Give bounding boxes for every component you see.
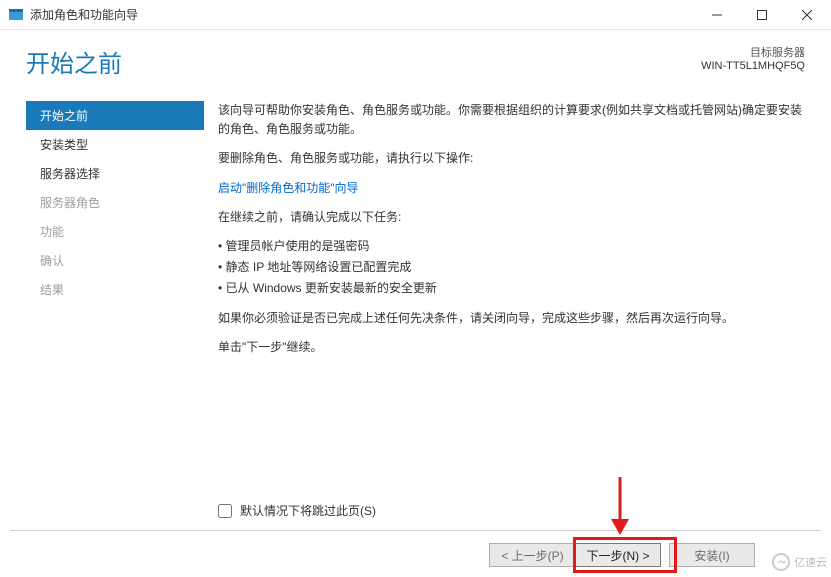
- target-server-box: 目标服务器 WIN-TT5L1MHQF5Q: [701, 44, 805, 72]
- remove-wizard-link[interactable]: 启动"删除角色和功能"向导: [218, 181, 359, 195]
- install-button: 安装(I): [669, 543, 755, 567]
- window-controls: [694, 0, 829, 29]
- prerequisite-list: 管理员帐户使用的是强密码 静态 IP 地址等网络设置已配置完成 已从 Windo…: [218, 237, 805, 299]
- watermark-icon: [772, 553, 790, 571]
- skip-page-checkbox[interactable]: [218, 504, 232, 518]
- skip-page-row[interactable]: 默认情况下将跳过此页(S): [218, 502, 376, 519]
- watermark-text: 亿速云: [794, 554, 827, 570]
- target-value: WIN-TT5L1MHQF5Q: [701, 60, 805, 72]
- sidebar-item-before-you-begin[interactable]: 开始之前: [26, 101, 204, 130]
- previous-button: < 上一步(P): [489, 543, 575, 567]
- window-title: 添加角色和功能向导: [30, 6, 694, 23]
- annotation-arrow: [605, 475, 635, 537]
- bullet-item: 管理员帐户使用的是强密码: [218, 237, 805, 256]
- bullet-item: 静态 IP 地址等网络设置已配置完成: [218, 258, 805, 277]
- footer-separator: [10, 530, 821, 531]
- intro-text: 该向导可帮助你安装角色、角色服务或功能。你需要根据组织的计算要求(例如共享文档或…: [218, 101, 805, 139]
- click-next-text: 单击"下一步"继续。: [218, 338, 805, 357]
- nav-button-group: < 上一步(P) 下一步(N) >: [489, 543, 661, 567]
- sidebar-item-server-selection[interactable]: 服务器选择: [26, 159, 204, 188]
- header: 开始之前 目标服务器 WIN-TT5L1MHQF5Q: [0, 30, 831, 89]
- wizard-icon: [8, 7, 24, 23]
- footer-buttons: < 上一步(P) 下一步(N) > 安装(I): [489, 543, 755, 567]
- skip-page-label: 默认情况下将跳过此页(S): [240, 502, 376, 519]
- sidebar-item-server-roles: 服务器角色: [26, 188, 204, 217]
- maximize-button[interactable]: [739, 0, 784, 29]
- sidebar-item-features: 功能: [26, 217, 204, 246]
- bullet-item: 已从 Windows 更新安装最新的安全更新: [218, 279, 805, 298]
- close-button[interactable]: [784, 0, 829, 29]
- wizard-content: 该向导可帮助你安装角色、角色服务或功能。你需要根据组织的计算要求(例如共享文档或…: [204, 101, 805, 367]
- titlebar: 添加角色和功能向导: [0, 0, 831, 30]
- sidebar-item-confirm: 确认: [26, 246, 204, 275]
- next-button[interactable]: 下一步(N) >: [575, 543, 661, 567]
- sidebar-item-install-type[interactable]: 安装类型: [26, 130, 204, 159]
- minimize-button[interactable]: [694, 0, 739, 29]
- page-title: 开始之前: [26, 44, 701, 79]
- remove-prompt: 要删除角色、角色服务或功能，请执行以下操作:: [218, 149, 805, 168]
- watermark: 亿速云: [772, 553, 827, 571]
- before-continue-text: 在继续之前，请确认完成以下任务:: [218, 208, 805, 227]
- verify-text: 如果你必须验证是否已完成上述任何先决条件，请关闭向导，完成这些步骤，然后再次运行…: [218, 309, 805, 328]
- wizard-sidebar: 开始之前 安装类型 服务器选择 服务器角色 功能 确认 结果: [26, 101, 204, 367]
- sidebar-item-results: 结果: [26, 275, 204, 304]
- target-label: 目标服务器: [701, 44, 805, 60]
